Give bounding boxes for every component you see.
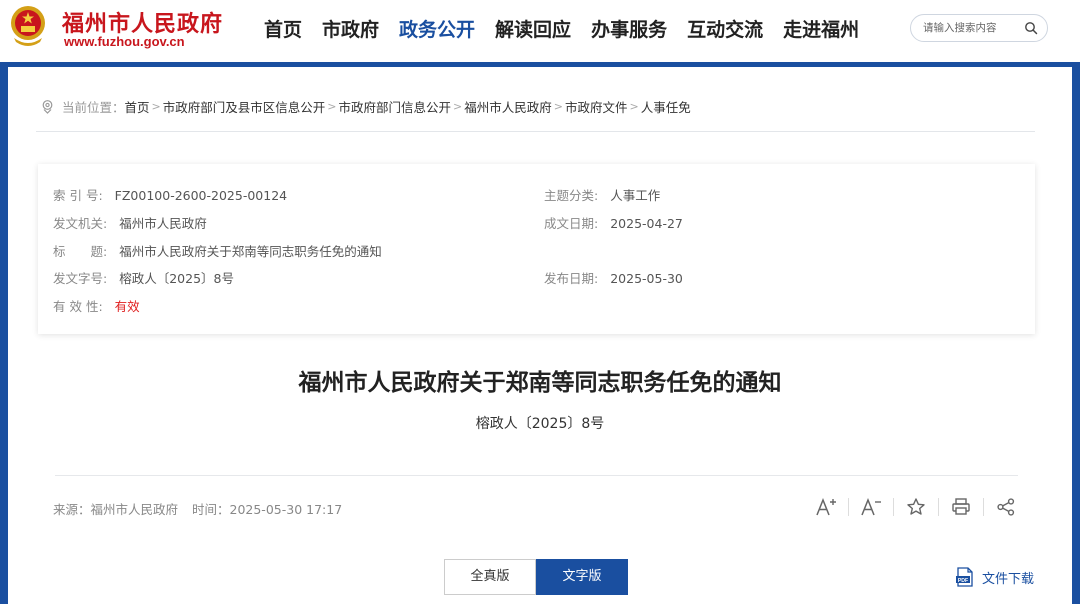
- document-title: 福州市人民政府关于郑南等同志职务任免的通知: [298, 370, 782, 396]
- document-number: 榕政人〔2025〕8号: [475, 416, 605, 432]
- main-nav: 首页 市政府 政务公开 解读回应 办事服务 互动交流 走进福州: [264, 15, 879, 42]
- info-value: 福州市人民政府关于郑南等同志职务任免的通知: [119, 244, 382, 259]
- info-row-title: 标 题: 福州市人民政府关于郑南等同志职务任免的通知: [53, 241, 382, 260]
- info-row-published: 发布日期: 2025-05-30: [544, 268, 683, 287]
- info-value: 人事工作: [610, 188, 661, 203]
- breadcrumb-divider: [36, 131, 1035, 132]
- document-source: 来源：福州市人民政府: [53, 502, 179, 517]
- breadcrumb-separator: >: [553, 100, 563, 113]
- document-info-card: 索 引 号: FZ00100-2600-2025-00124 主题分类: 人事工作 …: [38, 164, 1035, 334]
- nav-item-city-government[interactable]: 市政府: [322, 15, 379, 42]
- info-row-topic: 主题分类: 人事工作: [544, 185, 660, 204]
- info-label: 发文机关:: [53, 216, 108, 231]
- breadcrumb-separator: >: [453, 100, 463, 113]
- favorite-button[interactable]: [904, 495, 928, 519]
- print-icon: [952, 498, 970, 515]
- info-value: 2025-05-30: [610, 271, 683, 286]
- national-emblem-logo[interactable]: [8, 4, 48, 48]
- print-button[interactable]: [949, 495, 973, 519]
- svg-text:PDF: PDF: [958, 578, 968, 584]
- full-version-tab[interactable]: 全真版: [444, 559, 536, 595]
- content-panel: 当前位置： 首页 > 市政府部门及县市区信息公开 > 市政府部门信息公开 > 福…: [8, 67, 1072, 604]
- left-border: [0, 67, 8, 604]
- info-row-issuer: 发文机关: 福州市人民政府: [53, 213, 207, 232]
- info-label: 主题分类:: [544, 188, 599, 203]
- document-time: 时间：2025-05-30 17:17: [192, 502, 343, 517]
- breadcrumb-separator: >: [151, 100, 161, 113]
- info-row-docno: 发文字号: 榕政人〔2025〕8号: [53, 268, 234, 287]
- info-row-created: 成文日期: 2025-04-27: [544, 213, 683, 232]
- info-row-index: 索 引 号: FZ00100-2600-2025-00124: [53, 185, 287, 204]
- nav-item-services[interactable]: 办事服务: [591, 15, 667, 42]
- toolbar-separator: [938, 498, 939, 516]
- font-increase-icon: [816, 497, 836, 516]
- info-value: 福州市人民政府: [119, 216, 207, 231]
- article-toolbar: [814, 495, 1018, 519]
- font-decrease-button[interactable]: [859, 495, 883, 519]
- font-increase-button[interactable]: [814, 495, 838, 519]
- breadcrumb-separator: >: [629, 100, 639, 113]
- text-version-tab[interactable]: 文字版: [536, 559, 628, 595]
- info-label: 发布日期:: [544, 271, 599, 286]
- location-pin-icon: [42, 100, 53, 114]
- breadcrumb-separator: >: [327, 100, 337, 113]
- info-label: 有 效 性:: [53, 299, 103, 314]
- share-button[interactable]: [994, 495, 1018, 519]
- file-download-label: 文件下载: [982, 571, 1035, 587]
- info-value: FZ00100-2600-2025-00124: [114, 188, 288, 203]
- info-label: 成文日期:: [544, 216, 599, 231]
- info-label: 标 题:: [53, 244, 108, 259]
- toolbar-separator: [983, 498, 984, 516]
- info-value: 2025-04-27: [610, 216, 683, 231]
- info-value: 榕政人〔2025〕8号: [119, 271, 234, 286]
- version-toggle: 全真版 文字版: [444, 559, 628, 595]
- pdf-icon: PDF: [956, 567, 973, 587]
- breadcrumb: 当前位置： 首页 > 市政府部门及县市区信息公开 > 市政府部门信息公开 > 福…: [40, 97, 691, 116]
- star-icon: [907, 498, 925, 515]
- title-divider: [55, 475, 1018, 476]
- nav-item-home[interactable]: 首页: [264, 15, 302, 42]
- site-header: 福州市人民政府 www.fuzhou.gov.cn 首页 市政府 政务公开 解读…: [0, 0, 1080, 62]
- info-label: 发文字号:: [53, 271, 108, 286]
- breadcrumb-item-government-department[interactable]: 市政府部门信息公开: [338, 97, 451, 116]
- breadcrumb-item-government-documents[interactable]: 市政府文件: [565, 97, 628, 116]
- toolbar-separator: [848, 498, 849, 516]
- nav-item-interaction[interactable]: 互动交流: [687, 15, 763, 42]
- nav-item-about-fuzhou[interactable]: 走进福州: [783, 15, 859, 42]
- search-input[interactable]: [923, 19, 1023, 37]
- breadcrumb-lead: 当前位置：: [62, 100, 125, 115]
- nav-item-government-affairs[interactable]: 政务公开: [399, 15, 475, 42]
- site-url: www.fuzhou.gov.cn: [64, 34, 185, 49]
- document-meta: 来源：福州市人民政府 时间：2025-05-30 17:17: [53, 499, 352, 518]
- info-label: 索 引 号:: [53, 188, 103, 203]
- breadcrumb-item-home[interactable]: 首页: [125, 97, 150, 116]
- breadcrumb-item-personnel[interactable]: 人事任免: [641, 97, 691, 116]
- info-row-validity: 有 效 性: 有效: [53, 296, 140, 315]
- search-icon[interactable]: [1024, 21, 1038, 35]
- right-border: [1072, 67, 1080, 604]
- font-decrease-icon: [861, 497, 881, 516]
- validity-status: 有效: [114, 299, 140, 314]
- breadcrumb-item-department-info[interactable]: 市政府部门及县市区信息公开: [163, 97, 326, 116]
- file-download-link[interactable]: PDF 文件下载: [956, 567, 1034, 587]
- search-box: [910, 14, 1048, 42]
- breadcrumb-item-fuzhou-government[interactable]: 福州市人民政府: [464, 97, 552, 116]
- share-icon: [997, 498, 1015, 516]
- nav-item-interpretation[interactable]: 解读回应: [495, 15, 571, 42]
- toolbar-separator: [893, 498, 894, 516]
